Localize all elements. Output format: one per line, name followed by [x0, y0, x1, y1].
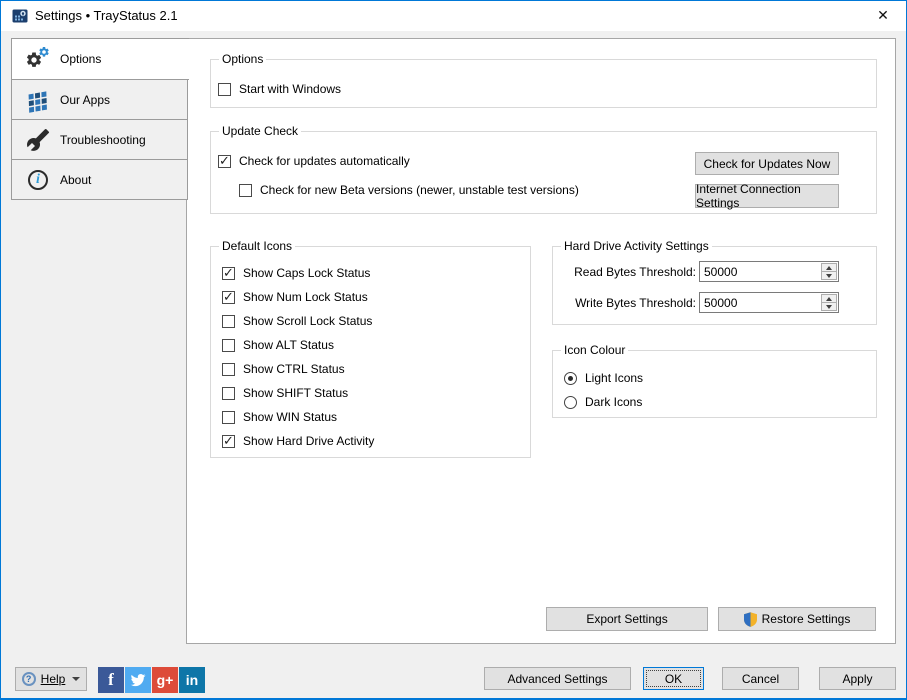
tab-about-label: About [60, 173, 91, 187]
checkbox-box [218, 83, 231, 96]
checkbox-check-updates-automatically[interactable]: Check for updates automatically [218, 154, 410, 168]
help-label: Help [41, 672, 66, 686]
twitter-bird-icon [130, 672, 146, 688]
ok-button[interactable]: OK [643, 667, 704, 690]
app-icon [12, 8, 28, 24]
facebook-icon[interactable]: f [98, 667, 124, 693]
restore-settings-label: Restore Settings [762, 612, 851, 626]
checkbox-show-scroll-lock[interactable]: Show Scroll Lock Status [222, 314, 372, 328]
help-button[interactable]: ? Help [15, 667, 87, 691]
linkedin-glyph: in [186, 672, 198, 688]
checkbox-label: Start with Windows [239, 82, 341, 96]
checkbox-box [218, 155, 231, 168]
title-bar: Settings • TrayStatus 2.1 ✕ [1, 1, 906, 31]
checkbox-show-shift[interactable]: Show SHIFT Status [222, 386, 348, 400]
checkbox-show-ctrl[interactable]: Show CTRL Status [222, 362, 345, 376]
write-threshold-label: Write Bytes Threshold: [557, 296, 696, 310]
linkedin-icon[interactable]: in [179, 667, 205, 693]
apply-button[interactable]: Apply [819, 667, 896, 690]
apps-grid-icon [24, 86, 52, 114]
spin-down-button[interactable] [821, 302, 837, 311]
checkbox-show-num-lock[interactable]: Show Num Lock Status [222, 290, 368, 304]
googleplus-glyph: g+ [157, 672, 174, 688]
info-icon: i [24, 166, 52, 194]
checkbox-box [222, 387, 235, 400]
write-threshold-field [699, 292, 839, 313]
checkbox-label: Check for updates automatically [239, 154, 410, 168]
checkbox-box [222, 291, 235, 304]
read-threshold-input[interactable] [700, 262, 818, 281]
checkbox-label: Show SHIFT Status [243, 386, 348, 400]
radio-label: Light Icons [585, 371, 643, 385]
export-settings-button[interactable]: Export Settings [546, 607, 708, 631]
tab-our-apps-label: Our Apps [60, 93, 110, 107]
tab-options[interactable]: Options [11, 38, 189, 80]
checkbox-label: Show WIN Status [243, 410, 337, 424]
group-hdd-activity: Hard Drive Activity Settings [552, 246, 877, 325]
group-icon-colour-title: Icon Colour [561, 343, 628, 357]
radio-circle [564, 372, 577, 385]
tab-our-apps[interactable]: Our Apps [11, 79, 188, 120]
checkbox-start-with-windows[interactable]: Start with Windows [218, 82, 341, 96]
window-title: Settings • TrayStatus 2.1 [35, 1, 178, 31]
checkbox-label: Show ALT Status [243, 338, 334, 352]
uac-shield-icon [744, 612, 757, 627]
cancel-button[interactable]: Cancel [722, 667, 799, 690]
read-threshold-label: Read Bytes Threshold: [557, 265, 696, 279]
settings-window: Settings • TrayStatus 2.1 ✕ Options Our … [0, 0, 907, 700]
tab-troubleshooting-label: Troubleshooting [60, 133, 146, 147]
checkbox-show-alt[interactable]: Show ALT Status [222, 338, 334, 352]
internet-connection-settings-button[interactable]: Internet Connection Settings [695, 184, 839, 208]
checkbox-box [222, 435, 235, 448]
radio-circle [564, 396, 577, 409]
checkbox-show-hard-drive-activity[interactable]: Show Hard Drive Activity [222, 434, 374, 448]
advanced-settings-button[interactable]: Advanced Settings [484, 667, 631, 690]
help-question-icon: ? [22, 672, 36, 686]
checkbox-box [239, 184, 252, 197]
twitter-icon[interactable] [125, 667, 151, 693]
group-update-check-title: Update Check [219, 124, 301, 138]
wrench-icon [24, 126, 52, 154]
radio-label: Dark Icons [585, 395, 642, 409]
radio-light-icons[interactable]: Light Icons [564, 371, 643, 385]
tab-troubleshooting[interactable]: Troubleshooting [11, 119, 188, 160]
group-default-icons-title: Default Icons [219, 239, 295, 253]
group-hdd-activity-title: Hard Drive Activity Settings [561, 239, 712, 253]
checkbox-label: Show CTRL Status [243, 362, 345, 376]
restore-settings-button[interactable]: Restore Settings [718, 607, 876, 631]
checkbox-check-beta-versions[interactable]: Check for new Beta versions (newer, unst… [239, 183, 579, 197]
checkbox-show-win[interactable]: Show WIN Status [222, 410, 337, 424]
checkbox-box [222, 411, 235, 424]
tab-options-label: Options [60, 52, 101, 66]
group-options-title: Options [219, 52, 266, 66]
checkbox-show-caps-lock[interactable]: Show Caps Lock Status [222, 266, 370, 280]
gears-icon [24, 45, 52, 73]
read-threshold-field [699, 261, 839, 282]
checkbox-label: Show Num Lock Status [243, 290, 368, 304]
close-button[interactable]: ✕ [860, 1, 906, 30]
checkbox-box [222, 267, 235, 280]
radio-dark-icons[interactable]: Dark Icons [564, 395, 642, 409]
tab-about[interactable]: i About [11, 159, 188, 200]
checkbox-box [222, 339, 235, 352]
checkbox-label: Show Hard Drive Activity [243, 434, 374, 448]
check-for-updates-now-button[interactable]: Check for Updates Now [695, 152, 839, 175]
googleplus-icon[interactable]: g+ [152, 667, 178, 693]
checkbox-label: Show Caps Lock Status [243, 266, 370, 280]
write-threshold-input[interactable] [700, 293, 818, 312]
chevron-down-icon [72, 677, 80, 681]
checkbox-box [222, 315, 235, 328]
spin-down-button[interactable] [821, 271, 837, 280]
checkbox-box [222, 363, 235, 376]
facebook-glyph: f [108, 670, 114, 690]
checkbox-label: Check for new Beta versions (newer, unst… [260, 183, 579, 197]
checkbox-label: Show Scroll Lock Status [243, 314, 372, 328]
